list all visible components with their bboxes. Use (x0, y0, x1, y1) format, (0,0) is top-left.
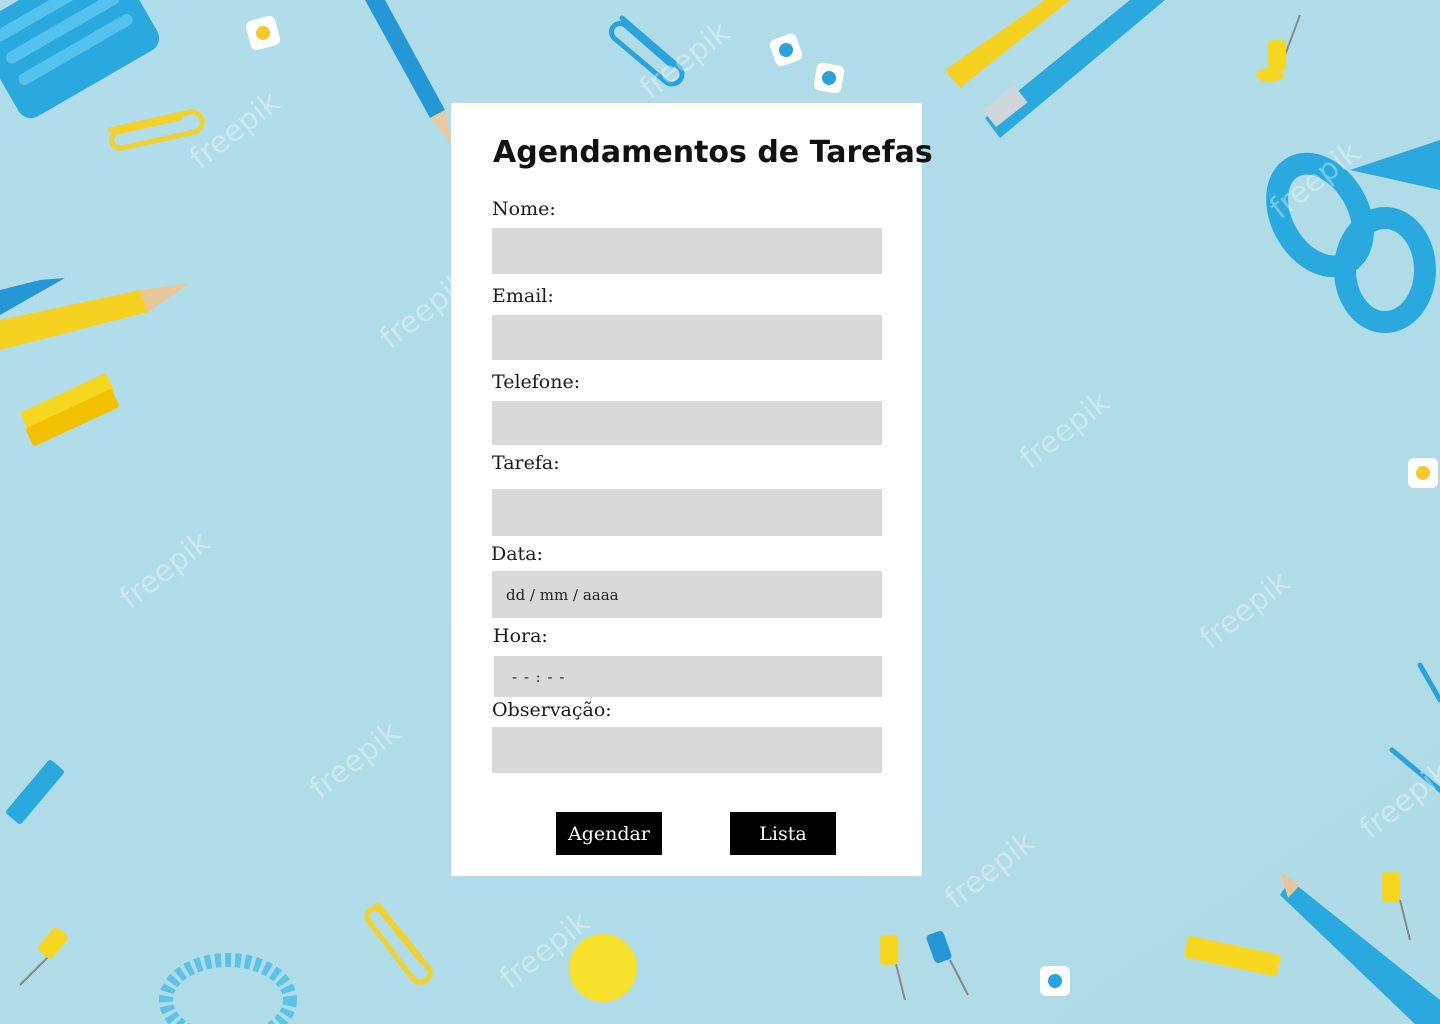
telefone-label: Telefone: (492, 371, 581, 393)
nome-input[interactable] (492, 228, 882, 274)
date-input[interactable]: dd / mm / aaaa (492, 571, 882, 618)
email-label: Email: (492, 285, 554, 307)
agendar-button[interactable]: Agendar (556, 812, 662, 855)
telefone-input[interactable] (492, 401, 882, 445)
hora-label: Hora: (493, 625, 548, 647)
form-title: Agendamentos de Tarefas (493, 135, 933, 170)
data-label: Data: (491, 543, 543, 565)
tarefa-input[interactable] (492, 489, 882, 536)
email-input[interactable] (492, 315, 882, 360)
time-placeholder: - - : - - (512, 667, 566, 686)
nome-label: Nome: (492, 198, 556, 220)
tarefa-label: Tarefa: (492, 452, 560, 474)
observacao-input[interactable] (492, 727, 882, 773)
task-schedule-form: Agendamentos de Tarefas Nome: Email: Tel… (451, 103, 933, 876)
observacao-label: Observação: (492, 699, 612, 721)
date-placeholder: dd / mm / aaaa (506, 585, 619, 604)
lista-button[interactable]: Lista (730, 812, 836, 855)
time-input[interactable]: - - : - - (494, 656, 882, 697)
